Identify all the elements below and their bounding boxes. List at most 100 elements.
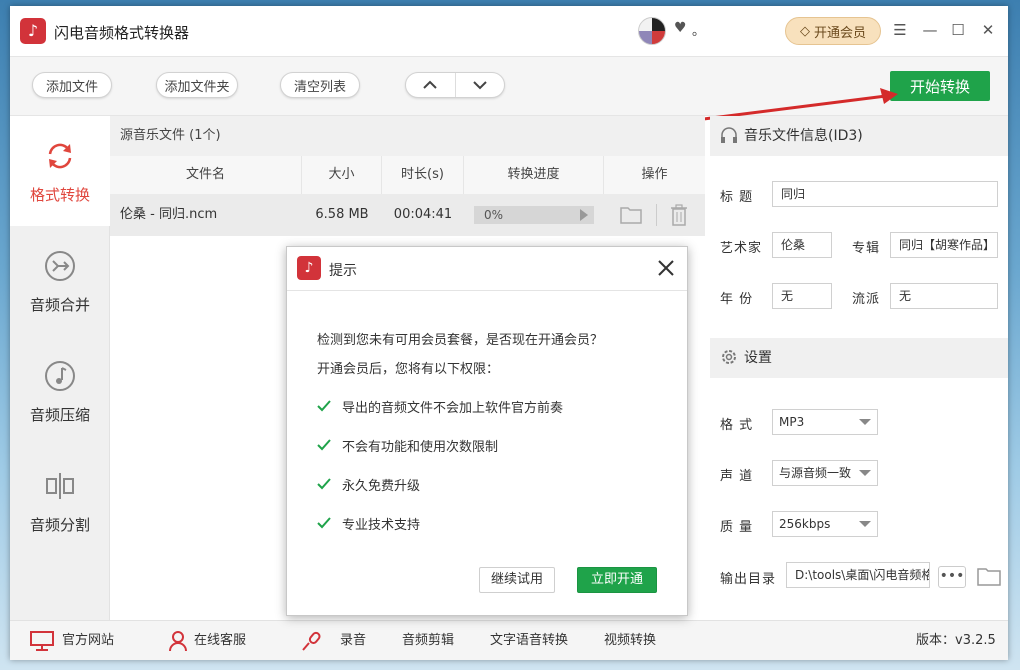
progress-value: 0% [484, 208, 504, 222]
chevron-down-icon [859, 470, 871, 476]
file-name: 伦桑 - 同归.ncm [120, 207, 218, 222]
open-folder-icon[interactable] [620, 205, 642, 225]
convert-progress-bar: 0% [474, 206, 594, 224]
clear-list-button[interactable]: 清空列表 [280, 72, 360, 98]
sidebar-item-label: 格式转换 [29, 186, 90, 204]
play-icon [580, 209, 588, 221]
format-select[interactable]: MP3 [772, 409, 878, 435]
open-now-button[interactable]: 立即开通 [577, 567, 657, 593]
quality-select[interactable]: 256kbps [772, 511, 878, 537]
move-down-button[interactable] [456, 73, 505, 97]
app-logo-icon: ♪ [297, 256, 321, 280]
output-dir-label: 输出目录 [720, 572, 777, 587]
column-header-duration: 时长(s) [382, 156, 464, 194]
move-up-button[interactable] [406, 73, 456, 97]
continue-trial-button[interactable]: 继续试用 [479, 567, 555, 593]
dialog-message: 检测到您未有可用会员套餐，是否现在开通会员？ [317, 333, 604, 348]
refresh-icon [48, 143, 72, 169]
folder-icon[interactable] [976, 565, 1002, 587]
open-vip-button[interactable]: ◇ 开通会员 [785, 17, 881, 45]
format-label: 格 式 [720, 418, 754, 433]
table-row[interactable]: 伦桑 - 同归.ncm 6.58 MB 00:04:41 0% [110, 194, 705, 236]
move-buttons [405, 72, 505, 98]
settings-header: 设置 [710, 338, 1008, 378]
benefit-item: 导出的音频文件不会加上软件官方前奏 [342, 401, 564, 416]
album-field[interactable]: 同归【胡寒作品】 [890, 232, 998, 258]
merge-icon [45, 251, 75, 281]
benefit-item: 永久免费升级 [342, 479, 421, 494]
id3-title: 音乐文件信息(ID3) [744, 128, 863, 144]
app-logo-icon: ♪ [20, 18, 46, 44]
app-title: 闪电音频格式转换器 [54, 24, 190, 42]
audio-edit-link[interactable]: 音频剪辑 [402, 621, 454, 661]
check-icon [317, 439, 331, 451]
headphones-icon [721, 127, 737, 143]
sidebar-item-label: 音频压缩 [29, 406, 90, 424]
user-avatar[interactable] [638, 17, 666, 45]
quality-label: 质 量 [720, 520, 754, 535]
quality-value: 256kbps [779, 517, 831, 531]
menu-icon[interactable]: ☰ [890, 20, 910, 40]
check-icon [317, 478, 331, 490]
maximize-icon[interactable]: ☐ [948, 20, 968, 40]
sidebar-item-audio-split[interactable]: 音频分割 [10, 446, 110, 556]
dialog-subtitle: 开通会员后，您将有以下权限： [317, 362, 500, 377]
chevron-down-icon [473, 81, 487, 90]
output-dir-field[interactable]: D:\tools\桌面\闪电音频格 [786, 562, 930, 588]
diamond-icon: ◇ [799, 23, 810, 39]
artist-label: 艺术家 [720, 241, 763, 256]
title-bar: ♪ 闪电音频格式转换器 ♥ 。 ◇ 开通会员 ☰ — ☐ ✕ [10, 6, 1008, 56]
add-folder-button[interactable]: 添加文件夹 [156, 72, 238, 98]
check-icon [317, 400, 331, 412]
settings-title: 设置 [744, 350, 772, 366]
benefit-item: 专业技术支持 [342, 518, 421, 533]
file-duration: 00:04:41 [393, 207, 453, 222]
genre-label: 流派 [852, 292, 881, 307]
minimize-icon[interactable]: — [920, 20, 940, 40]
genre-field[interactable]: 无 [890, 283, 998, 309]
app-window: ♪ 闪电音频格式转换器 ♥ 。 ◇ 开通会员 ☰ — ☐ ✕ 添加文件 添加文件… [10, 6, 1008, 660]
artist-field[interactable]: 伦桑 [772, 232, 832, 258]
action-divider [656, 204, 657, 226]
channel-select[interactable]: 与源音频一致 [772, 460, 878, 486]
customer-service-icon [169, 631, 187, 652]
column-header-progress: 转换进度 [464, 156, 604, 194]
column-header-size: 大小 [302, 156, 382, 194]
start-convert-button[interactable]: 开始转换 [890, 71, 990, 101]
tts-link[interactable]: 文字语音转换 [490, 621, 568, 661]
title-field[interactable]: 同归 [772, 181, 998, 207]
album-label: 专辑 [852, 241, 881, 256]
id3-header: 音乐文件信息(ID3) [710, 116, 1008, 156]
format-value: MP3 [779, 415, 805, 429]
trash-icon[interactable] [670, 204, 688, 226]
dialog-header: ♪ 提示 [287, 247, 687, 291]
sidebar: 格式转换 音频合并 音频压缩 音频分割 [10, 116, 110, 620]
column-header-name: 文件名 [110, 156, 302, 194]
sidebar-item-format-convert[interactable]: 格式转换 [10, 116, 110, 226]
year-label: 年 份 [720, 292, 754, 307]
close-icon[interactable] [655, 257, 677, 279]
chevron-down-icon [859, 419, 871, 425]
channel-label: 声 道 [720, 469, 754, 484]
year-field[interactable]: 无 [772, 283, 832, 309]
open-vip-label: 开通会员 [813, 25, 866, 41]
diamond-icon: ♥ [674, 20, 687, 36]
browse-more-button[interactable]: ••• [938, 566, 966, 588]
close-icon[interactable]: ✕ [978, 20, 998, 40]
online-support-link[interactable]: 在线客服 [194, 621, 246, 661]
user-name[interactable]: 。 [692, 20, 705, 39]
chevron-up-icon [423, 80, 437, 89]
title-label: 标 题 [720, 190, 754, 205]
benefit-item: 不会有功能和使用次数限制 [342, 440, 499, 455]
file-size: 6.58 MB [315, 207, 369, 222]
channel-value: 与源音频一致 [779, 466, 852, 480]
add-file-button[interactable]: 添加文件 [32, 72, 112, 98]
sidebar-item-audio-compress[interactable]: 音频压缩 [10, 336, 110, 446]
video-convert-link[interactable]: 视频转换 [604, 621, 656, 661]
dialog-title: 提示 [329, 263, 357, 279]
record-link[interactable]: 录音 [340, 621, 366, 661]
column-header-actions: 操作 [604, 156, 705, 194]
sidebar-item-audio-merge[interactable]: 音频合并 [10, 226, 110, 336]
official-website-link[interactable]: 官方网站 [62, 621, 114, 661]
monitor-icon [30, 631, 54, 651]
